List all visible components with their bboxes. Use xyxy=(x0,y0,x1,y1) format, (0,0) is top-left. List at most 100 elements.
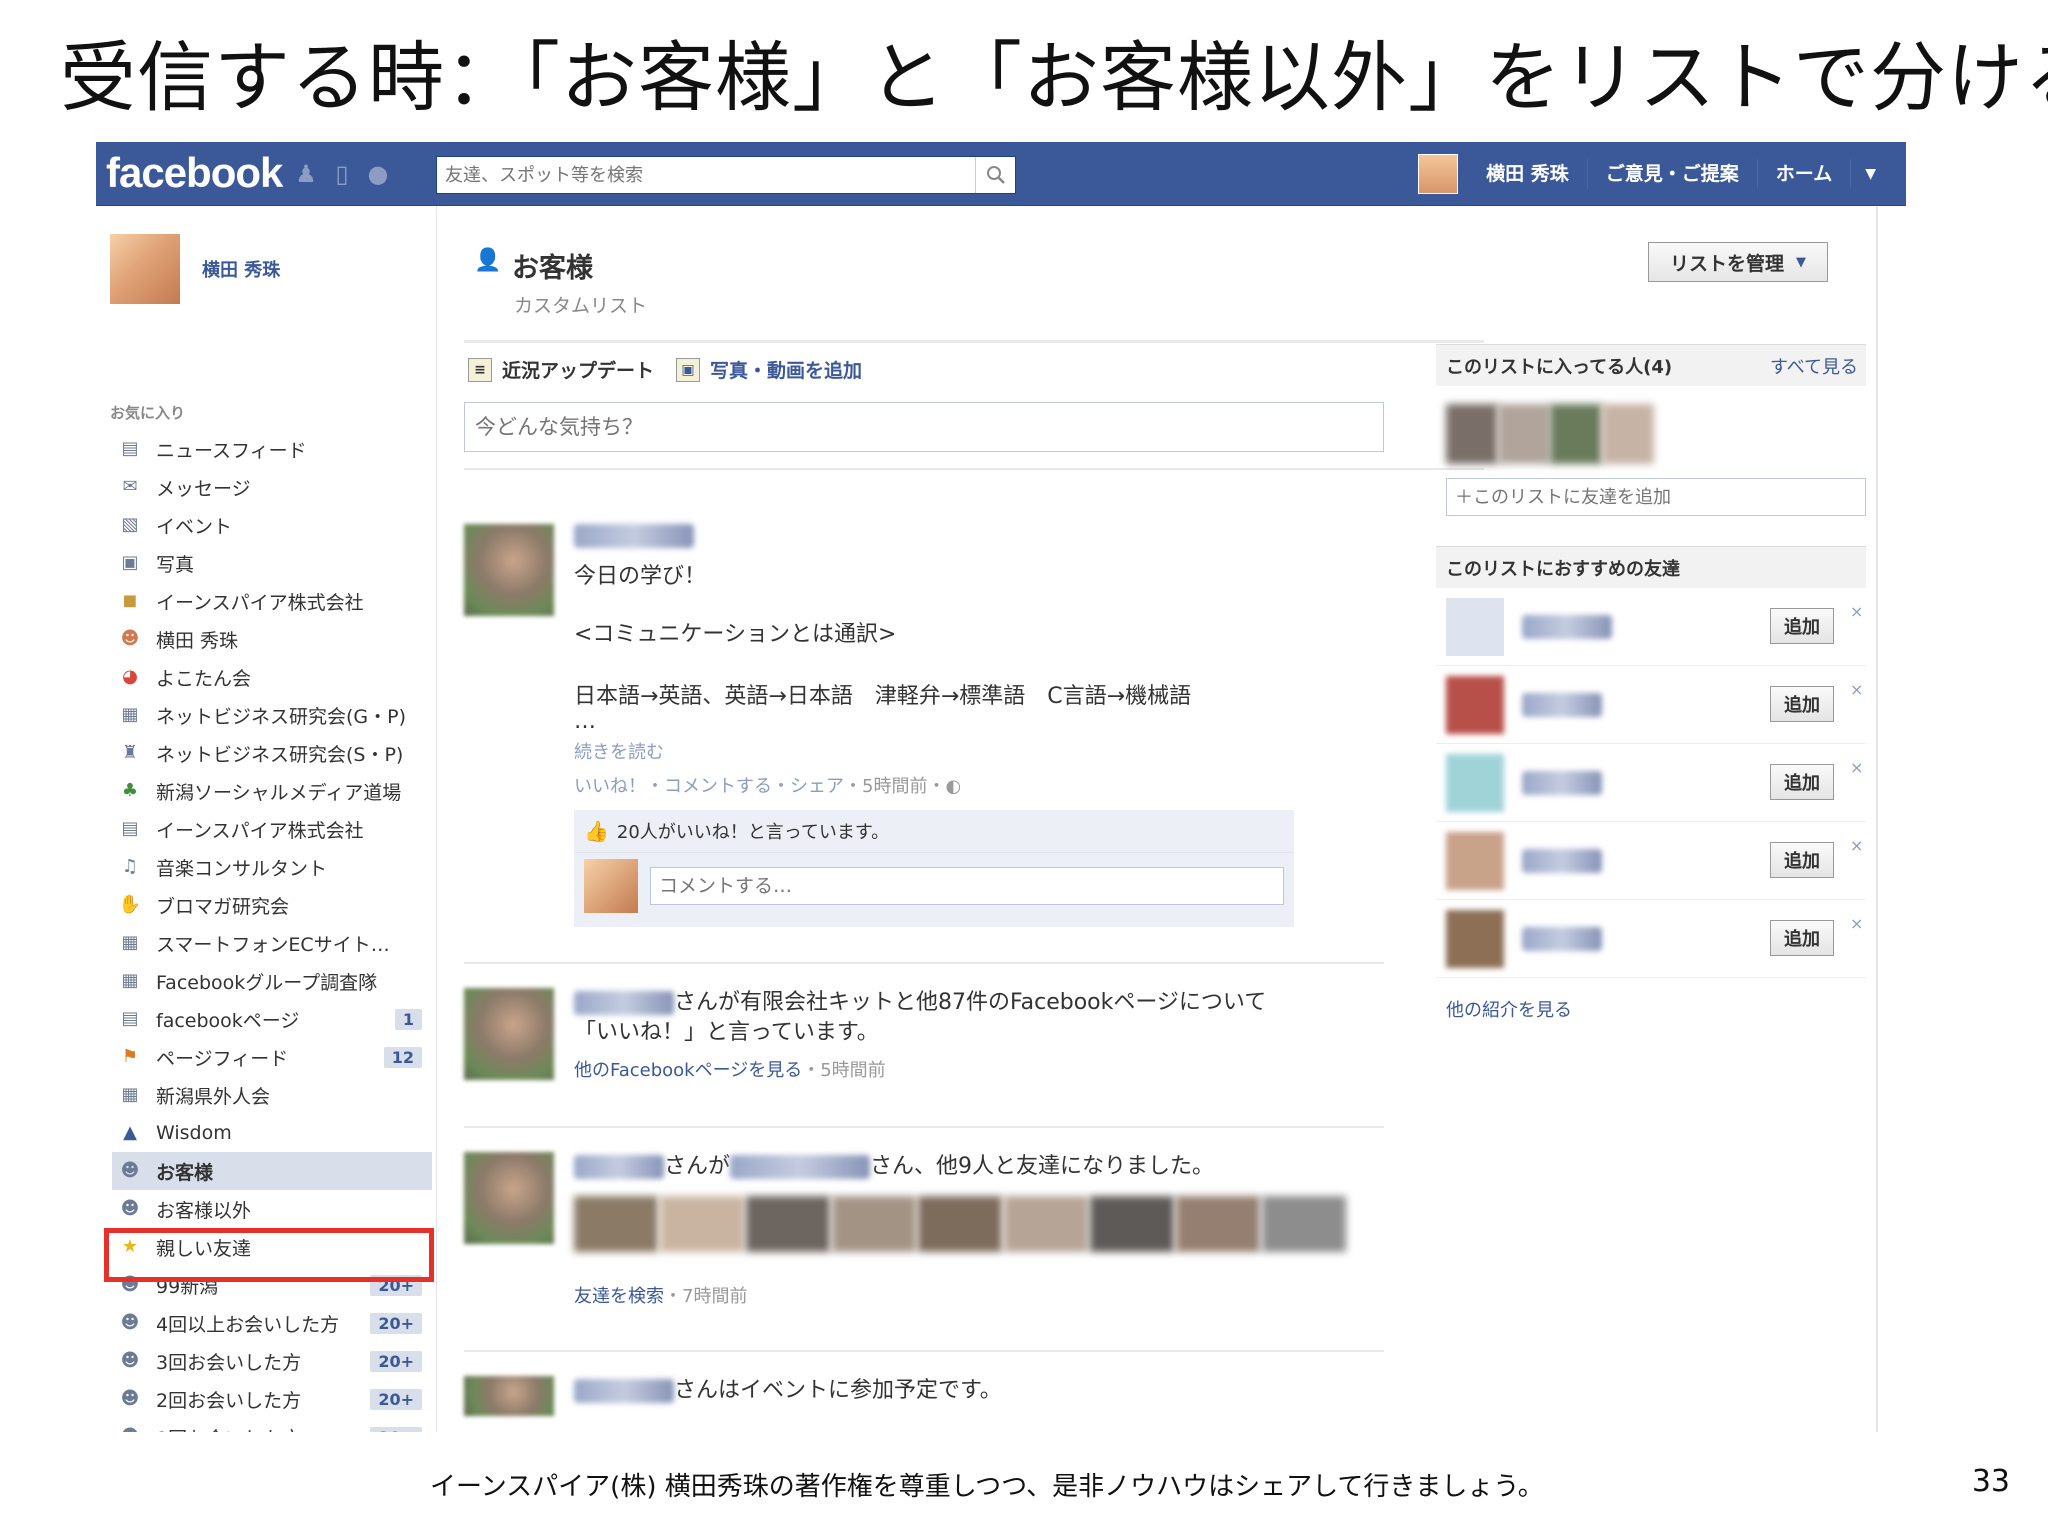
likes-count-text[interactable]: 20人がいいね！と言っています。 xyxy=(617,818,889,844)
feedback-link[interactable]: ご意見・ご提案 xyxy=(1588,159,1758,189)
friend-thumbnail[interactable] xyxy=(574,1196,658,1252)
sidebar-item[interactable]: ♣ 新潟ソーシャルメディア道場 xyxy=(112,772,432,810)
friend-name-blurred[interactable] xyxy=(1522,770,1602,795)
dismiss-close-icon[interactable]: × xyxy=(1850,914,1863,933)
sidebar-item[interactable]: ☻ お客様 xyxy=(112,1152,432,1190)
tab-status-update[interactable]: ≡ 近況アップデート xyxy=(468,356,654,383)
story-author-avatar[interactable] xyxy=(464,524,554,616)
member-thumbnail[interactable] xyxy=(1602,404,1654,464)
sidebar-item[interactable]: ☻ 4回以上お会いした方 20+ xyxy=(112,1304,432,1342)
story-timestamp[interactable]: ・5時間前 xyxy=(802,1060,885,1081)
dismiss-close-icon[interactable]: × xyxy=(1850,680,1863,699)
read-more-link[interactable]: 続きを読む xyxy=(574,738,1414,764)
sidebar-item[interactable]: ☻ 2回お会いした方 20+ xyxy=(112,1380,432,1418)
sidebar-item[interactable]: ◕ よこたん会 xyxy=(112,658,432,696)
story-action-links[interactable]: いいね！・コメントする・シェア xyxy=(574,776,844,797)
friend-requests-icon[interactable]: ♟ xyxy=(292,160,320,188)
profile-link[interactable]: 横田 秀珠 xyxy=(1468,159,1588,189)
sidebar-item[interactable]: ▦ ネットビジネス研究会(G・P) xyxy=(112,696,432,734)
add-friend-button[interactable]: 追加 xyxy=(1770,608,1834,644)
comment-input[interactable] xyxy=(650,867,1284,905)
friend-thumbnail[interactable] xyxy=(832,1196,916,1252)
friend-thumbnail[interactable] xyxy=(1176,1196,1260,1252)
friend-thumbnail[interactable] xyxy=(1004,1196,1088,1252)
user-avatar-small[interactable] xyxy=(1418,154,1459,194)
more-pages-link[interactable]: 他のFacebookページを見る xyxy=(574,1060,802,1081)
sidebar-item[interactable]: ▣ 写真 xyxy=(112,544,432,582)
search-button[interactable] xyxy=(975,157,1015,193)
notifications-globe-icon[interactable]: ● xyxy=(364,160,392,188)
sidebar-item[interactable]: ✉ メッセージ xyxy=(112,468,432,506)
sidebar-item[interactable]: ▦ 新潟県外人会 xyxy=(112,1076,432,1114)
friend-avatar[interactable] xyxy=(1446,597,1504,656)
sidebar-item[interactable]: ☻ 1回お会いした方20+ xyxy=(112,1418,432,1432)
sidebar-item[interactable]: ✋ ブロマガ研究会 xyxy=(112,886,432,924)
story-author-name-blurred[interactable] xyxy=(574,991,674,1015)
home-link[interactable]: ホーム xyxy=(1758,159,1852,189)
friend-avatar[interactable] xyxy=(1446,675,1504,734)
add-friend-button[interactable]: 追加 xyxy=(1770,920,1834,956)
manage-list-button[interactable]: リストを管理 ▼ xyxy=(1648,242,1828,282)
sidebar-item[interactable]: ♜ ネットビジネス研究会(S・P) xyxy=(112,734,432,772)
friend-thumbnail[interactable] xyxy=(1090,1196,1174,1252)
sidebar-user-name[interactable]: 横田 秀珠 xyxy=(202,256,280,282)
status-input[interactable] xyxy=(465,403,1383,451)
account-menu-chevron-down-icon[interactable]: ▼ xyxy=(1851,166,1876,182)
sidebar-item[interactable]: ▤ イーンスパイア株式会社 xyxy=(112,810,432,848)
sidebar-item[interactable]: ▧ イベント xyxy=(112,506,432,544)
friend-name-blurred[interactable] xyxy=(1522,614,1612,639)
friend-name-blurred[interactable] xyxy=(1522,692,1602,717)
sidebar-item[interactable]: ▦ Facebookグループ調査隊 xyxy=(112,962,432,1000)
sidebar-item[interactable]: ▤ ニュースフィード xyxy=(112,430,432,468)
story-author-avatar[interactable] xyxy=(464,1376,554,1416)
see-all-link[interactable]: すべて見る xyxy=(1770,353,1858,379)
sidebar-item[interactable]: ▤ facebookページ 1 xyxy=(112,1000,432,1038)
group-icon: ▦ xyxy=(121,932,139,953)
member-thumbnail[interactable] xyxy=(1498,404,1550,464)
friend-avatar[interactable] xyxy=(1446,831,1504,890)
friend-name-blurred[interactable] xyxy=(1522,848,1602,873)
dismiss-close-icon[interactable]: × xyxy=(1850,602,1863,621)
add-friend-to-list-input[interactable] xyxy=(1446,478,1866,516)
member-thumbnail[interactable] xyxy=(1550,404,1602,464)
messages-jewel-icon[interactable]: ▯ xyxy=(328,160,356,188)
story-author-avatar[interactable] xyxy=(464,1152,554,1244)
search-input[interactable] xyxy=(437,157,967,193)
member-thumbnail[interactable] xyxy=(1446,404,1498,464)
story-author-name-blurred[interactable] xyxy=(574,524,694,548)
sidebar-item[interactable]: ⚑ ページフィード 12 xyxy=(112,1038,432,1076)
sidebar-item[interactable]: ◼ イーンスパイア株式会社 xyxy=(112,582,432,620)
friend-thumbnail[interactable] xyxy=(1262,1196,1346,1252)
see-more-suggestions-link[interactable]: 他の紹介を見る xyxy=(1446,996,1866,1022)
tab-add-photo-video[interactable]: ▣ 写真・動画を追加 xyxy=(676,356,862,383)
friend-name-blurred[interactable] xyxy=(730,1155,871,1179)
add-friend-button[interactable]: 追加 xyxy=(1770,686,1834,722)
events-icon: ▧ xyxy=(121,514,139,535)
find-friends-link[interactable]: 友達を検索 xyxy=(574,1286,664,1307)
dismiss-close-icon[interactable]: × xyxy=(1850,836,1863,855)
sidebar-item[interactable]: ☻ お客様以外 xyxy=(112,1190,432,1228)
friend-thumbnail[interactable] xyxy=(660,1196,744,1252)
avatar[interactable] xyxy=(110,234,180,304)
sidebar-item[interactable]: ♫ 音楽コンサルタント xyxy=(112,848,432,886)
story-author-avatar[interactable] xyxy=(464,988,554,1080)
sidebar-item[interactable]: ☻ 3回お会いした方 20+ xyxy=(112,1342,432,1380)
facebook-logo[interactable]: facebook xyxy=(106,148,283,198)
friend-name-blurred[interactable] xyxy=(1522,926,1602,951)
story-author-name-blurred[interactable] xyxy=(574,1379,674,1403)
story-timestamp[interactable]: ・5時間前・ xyxy=(844,776,945,797)
friend-thumbnail[interactable] xyxy=(746,1196,830,1252)
friend-avatar[interactable] xyxy=(1446,909,1504,968)
dismiss-close-icon[interactable]: × xyxy=(1850,758,1863,777)
friend-thumbnail[interactable] xyxy=(918,1196,1002,1252)
friend-avatar[interactable] xyxy=(1446,753,1504,812)
sidebar-profile[interactable]: 横田 秀珠 xyxy=(110,234,280,304)
feed-story-1: 今日の学び！ <コミュニケーションとは通訳> 日本語→英語、英語→日本語 津軽弁… xyxy=(464,524,1484,944)
sidebar-item[interactable]: ▦ スマートフォンECサイト… xyxy=(112,924,432,962)
add-friend-button[interactable]: 追加 xyxy=(1770,764,1834,800)
story-author-name-blurred[interactable] xyxy=(574,1155,664,1179)
story-timestamp[interactable]: ・7時間前 xyxy=(664,1286,747,1307)
add-friend-button[interactable]: 追加 xyxy=(1770,842,1834,878)
sidebar-item[interactable]: ▲ Wisdom xyxy=(112,1114,432,1152)
sidebar-item[interactable]: ☻ 横田 秀珠 xyxy=(112,620,432,658)
